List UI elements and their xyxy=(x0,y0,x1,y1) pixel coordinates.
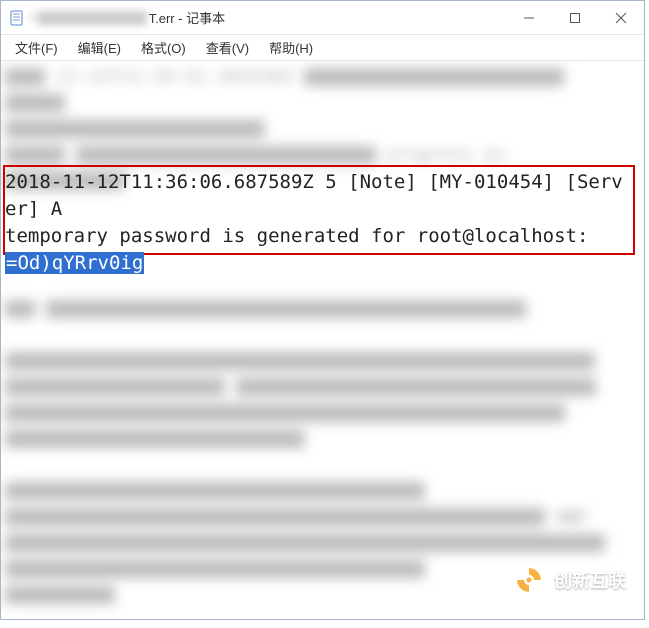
window-title: I T.err - 记事本 xyxy=(31,8,225,27)
menu-file[interactable]: 文件(F) xyxy=(7,36,66,59)
text-area[interactable]: 11-12T11:35:51.404236Z progress as 2018-… xyxy=(1,61,644,619)
blurred-text-bottom: ver xyxy=(5,271,631,611)
log-line-1: 2018-11-12T11:36:06.687589Z 5 [Note] [MY… xyxy=(5,169,631,223)
menu-help[interactable]: 帮助(H) xyxy=(261,36,321,59)
highlighted-log-text: 2018-11-12T11:36:06.687589Z 5 [Note] [MY… xyxy=(5,169,631,277)
log-line-2: temporary password is generated for root… xyxy=(5,223,631,250)
menu-format[interactable]: 格式(O) xyxy=(133,36,194,59)
menu-view[interactable]: 查看(V) xyxy=(198,36,257,59)
blurred-text-top: 11-12T11:35:51.404236Z progress as xyxy=(5,65,631,163)
menubar: 文件(F) 编辑(E) 格式(O) 查看(V) 帮助(H) xyxy=(1,35,644,61)
minimize-button[interactable] xyxy=(506,1,552,35)
close-button[interactable] xyxy=(598,1,644,35)
menu-edit[interactable]: 编辑(E) xyxy=(70,36,129,59)
maximize-button[interactable] xyxy=(552,1,598,35)
notepad-icon xyxy=(9,10,25,26)
titlebar[interactable]: I T.err - 记事本 xyxy=(1,1,644,35)
notepad-window: I T.err - 记事本 文件(F) 编辑(E) 格式(O) 查看(V) 帮助… xyxy=(0,0,645,620)
